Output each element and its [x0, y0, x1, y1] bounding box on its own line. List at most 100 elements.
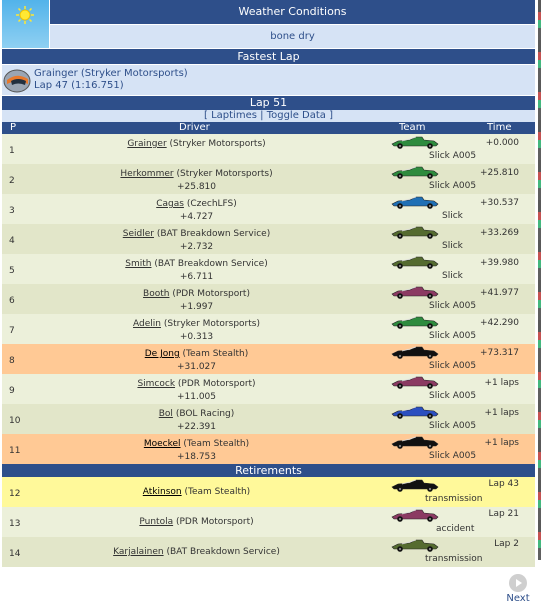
gap-to-ahead: +22.391 — [176, 422, 217, 432]
driver-name-link[interactable]: Grainger — [127, 139, 166, 149]
tyre-compound: Slick A005 — [429, 151, 477, 161]
driver-name-link[interactable]: Puntola — [139, 517, 173, 527]
car-icon — [391, 509, 439, 522]
tyre-compound: Slick A005 — [429, 301, 477, 311]
tyre-compound: Slick — [442, 271, 463, 281]
team-name: (Team Stealth) — [182, 349, 249, 359]
weather-value: bone dry — [50, 25, 535, 48]
car-icon — [391, 196, 439, 209]
tyre-compound: Slick A005 — [429, 361, 477, 371]
driver-name-link[interactable]: Herkommer — [120, 169, 173, 179]
car-icon — [391, 479, 439, 492]
standing-row: 11 Moeckel (Team Stealth) +18.753 Slick A00… — [2, 434, 535, 464]
driver-name-link[interactable]: Moeckel — [144, 439, 181, 449]
driver-name-link[interactable]: Atkinson — [143, 487, 182, 497]
retirement-row: 12 Atkinson (Team Stealth) transmission Lap… — [2, 477, 535, 507]
next-label: Next — [506, 593, 530, 604]
driver-name-link[interactable]: Seidler — [123, 229, 154, 239]
weather-panel: Weather Conditions bone dry — [2, 0, 535, 48]
car-icon — [391, 376, 439, 389]
retirements-list: 12 Atkinson (Team Stealth) transmission Lap… — [2, 477, 535, 567]
position: 10 — [9, 416, 21, 426]
retirement-row: 13 Puntola (PDR Motorsport) accident Lap 21 — [2, 507, 535, 537]
team-name: (PDR Motorsport) — [177, 379, 256, 389]
fastest-lap-time: Lap 47 (1:16.751) — [34, 80, 124, 91]
standing-row: 3 Cagas (CzechLFS) +4.727 Slick +30.537 — [2, 194, 535, 224]
driver-name-link[interactable]: Simcock — [137, 379, 175, 389]
team-name: (BAT Breakdown Service) — [166, 547, 280, 557]
driver-name-link[interactable]: Booth — [143, 289, 169, 299]
tyre-compound: Slick A005 — [429, 451, 477, 461]
gap-to-ahead: +25.810 — [176, 182, 217, 192]
position: 3 — [9, 206, 15, 216]
car-icon — [391, 436, 439, 449]
team-name: (Stryker Motorsports) — [169, 139, 266, 149]
lap-title: Lap 51 — [2, 96, 535, 110]
race-time: +1 laps — [484, 378, 519, 388]
position: 12 — [9, 489, 21, 499]
retirements-title: Retirements — [2, 464, 535, 477]
position: 4 — [9, 236, 15, 246]
race-time: +1 laps — [484, 438, 519, 448]
team-name: (BOL Racing) — [175, 409, 235, 419]
car-icon — [391, 136, 439, 149]
driver-name-link[interactable]: Smith — [125, 259, 151, 269]
driver-name-link[interactable]: Cagas — [156, 199, 184, 209]
race-time: +25.810 — [479, 168, 519, 178]
car-icon — [391, 346, 439, 359]
driver-name-link[interactable]: Adelin — [133, 319, 161, 329]
team-name: (BAT Breakdown Service) — [154, 259, 268, 269]
next-button[interactable]: Next — [503, 574, 533, 604]
link-separator: | — [260, 110, 264, 121]
race-time: +41.977 — [479, 288, 519, 298]
fastest-lap-title: Fastest Lap — [2, 49, 535, 64]
race-time: +73.317 — [479, 348, 519, 358]
car-icon — [391, 286, 439, 299]
driver-name-link[interactable]: De Jong — [145, 349, 180, 359]
tyre-compound: Slick — [442, 211, 463, 221]
retire-lap: Lap 2 — [494, 539, 519, 549]
car-icon — [391, 226, 439, 239]
retire-reason: transmission — [425, 554, 483, 564]
standing-row: 1 Grainger (Stryker Motorsports) Slick A00… — [2, 134, 535, 164]
arrow-right-icon — [509, 574, 527, 592]
gap-to-ahead: +4.727 — [179, 212, 214, 222]
tyre-compound: Slick A005 — [429, 391, 477, 401]
standing-row: 10 Bol (BOL Racing) +22.391 Slick A005 +1 la… — [2, 404, 535, 434]
car-icon — [391, 166, 439, 179]
team-name: (Team Stealth) — [183, 439, 250, 449]
position: 9 — [9, 386, 15, 396]
fastest-lap-panel: Grainger (Stryker Motorsports) Lap 47 (1… — [2, 65, 535, 95]
position: 8 — [9, 356, 15, 366]
driver-name-link[interactable]: Bol — [159, 409, 173, 419]
position: 1 — [9, 146, 15, 156]
retire-reason: transmission — [425, 494, 483, 504]
tyre-compound: Slick A005 — [429, 181, 477, 191]
col-driver: Driver — [179, 122, 210, 133]
standing-row: 6 Booth (PDR Motorsport) +1.997 Slick A005 +… — [2, 284, 535, 314]
position: 14 — [9, 549, 21, 559]
team-name: (CzechLFS) — [186, 199, 237, 209]
team-name: (PDR Motorsport) — [175, 517, 254, 527]
standing-row: 8 De Jong (Team Stealth) +31.027 Slick A005… — [2, 344, 535, 374]
gap-to-ahead: +11.005 — [176, 392, 217, 402]
standing-row: 9 Simcock (PDR Motorsport) +11.005 Slick A0… — [2, 374, 535, 404]
team-name: (BAT Breakdown Service) — [156, 229, 271, 239]
standing-row: 7 Adelin (Stryker Motorsports) +0.313 Slick… — [2, 314, 535, 344]
laptimes-link[interactable]: Laptimes — [211, 110, 257, 121]
position: 6 — [9, 296, 15, 306]
team-name: (PDR Motorsport) — [172, 289, 250, 299]
bracket-close: ] — [329, 110, 333, 121]
driver-name-link[interactable]: Karjalainen — [113, 547, 163, 557]
team-name: (Stryker Motorsports) — [163, 319, 260, 329]
retire-lap: Lap 21 — [488, 509, 519, 519]
weather-icon-box — [2, 0, 49, 48]
retirement-row: 14 Karjalainen (BAT Breakdown Service) tra… — [2, 537, 535, 567]
car-icon — [391, 316, 439, 329]
tyre-compound: Slick — [442, 241, 463, 251]
race-time: +39.980 — [479, 258, 519, 268]
toggle-data-link[interactable]: Toggle Data — [267, 110, 326, 121]
tyre-compound: Slick A005 — [429, 331, 477, 341]
position: 5 — [9, 266, 15, 276]
team-name: (Stryker Motorsports) — [176, 169, 273, 179]
